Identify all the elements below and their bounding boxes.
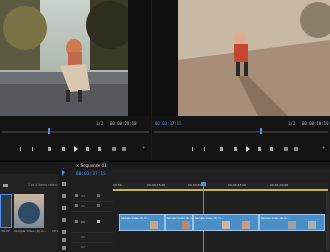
track-label-v1: V1 — [81, 220, 85, 224]
ripple-edit-icon[interactable] — [62, 194, 66, 198]
ruler-mark: 00:00:45:00 — [228, 183, 247, 187]
insert-icon[interactable] — [112, 147, 116, 151]
ruler-mark: 00:00 — [113, 183, 122, 187]
items-selected-label: 1 of 4 items selected — [28, 183, 62, 187]
clip-thumbnail — [222, 221, 230, 229]
overwrite-icon[interactable] — [122, 147, 126, 151]
lock-icon[interactable] — [75, 194, 78, 197]
track-header-v2: V2 — [71, 202, 113, 212]
go-to-in-icon[interactable] — [48, 147, 51, 151]
clip[interactable]: Sample Video (5).m... — [165, 214, 195, 231]
close-icon[interactable]: × — [76, 163, 79, 168]
clip-label: Sample Video (4).m... — [261, 217, 290, 220]
sequence-name: Sequence 01 — [80, 163, 107, 168]
clip-thumbnail — [182, 221, 190, 229]
work-area-bar[interactable] — [113, 189, 328, 191]
video-track-v1: Sample Video (5).m... Sample Video (5).m… — [119, 214, 325, 231]
source-timecode: 00:00:28:18 — [110, 121, 137, 126]
type-icon[interactable] — [62, 246, 66, 250]
timeline-timecode: 00:03:37:15 — [76, 172, 106, 177]
clip-thumbnail — [288, 221, 296, 229]
project-tab-bar — [0, 162, 66, 174]
program-timecode-right: 00:00:10:19 — [302, 121, 329, 126]
source-scrub-bar[interactable] — [2, 131, 149, 133]
go-to-out-icon[interactable] — [270, 147, 273, 151]
step-forward-icon[interactable] — [86, 147, 89, 151]
mark-out-icon[interactable] — [204, 147, 205, 151]
clip[interactable]: Sample Video (5).m... — [119, 214, 165, 231]
play-icon[interactable] — [246, 146, 250, 152]
track-label-a2: A2 — [81, 245, 85, 249]
lock-icon[interactable] — [75, 220, 78, 223]
ruler-mark: 00:01:00:00 — [270, 183, 289, 187]
source-add-button[interactable]: + — [142, 145, 145, 150]
timeline-panel: × Sequence 01 00:03:37:15 00:00 00:00:15… — [71, 162, 330, 252]
clip[interactable]: Sample Video (4).m... — [259, 214, 325, 231]
track-header-a2: A2 — [71, 243, 113, 252]
clip-label: Sample Video (5).m... — [195, 217, 224, 220]
source-black-panel — [128, 0, 151, 116]
eye-icon[interactable] — [97, 220, 100, 223]
track-label-v3: V3 — [81, 194, 85, 198]
mark-out-icon[interactable] — [32, 147, 33, 151]
thumbnail-2[interactable] — [14, 194, 44, 228]
play-icon[interactable] — [74, 146, 78, 152]
source-monitor: 1/2 00:00:28:18 + — [0, 0, 151, 160]
program-add-button[interactable]: + — [322, 145, 325, 150]
slip-icon[interactable] — [62, 218, 66, 222]
project-panel: 1 of 4 items selected 39:07 Sample Video… — [0, 162, 66, 252]
go-to-in-icon[interactable] — [220, 147, 223, 151]
step-forward-icon[interactable] — [258, 147, 261, 151]
clip-thumbnail — [150, 221, 158, 229]
clip[interactable]: Sample Video (5).m... — [193, 214, 259, 231]
source-zoom-select[interactable]: 1/2 — [96, 121, 103, 126]
clip-thumbnail — [308, 221, 316, 229]
eye-icon[interactable] — [97, 194, 100, 197]
thumbnail-2-label: Sample Video (4).m... — [14, 229, 47, 233]
timeline-scrollbar[interactable] — [326, 192, 329, 250]
program-monitor: 00:03:37:15 1/2 00:00:10:19 + — [152, 0, 330, 160]
razor-icon[interactable] — [62, 206, 66, 210]
pen-icon[interactable] — [62, 230, 66, 234]
source-video-frame — [0, 0, 128, 116]
step-back-icon[interactable] — [62, 147, 65, 151]
track-header-v1: V1 — [71, 212, 113, 233]
clip-thumbnail — [242, 221, 250, 229]
track-label-a1: A1 — [81, 235, 85, 239]
time-ruler[interactable]: 00:00 00:00:15:00 00:00:30:00 00:00:45:0… — [113, 182, 328, 191]
ruler-mark: 00:00:15:00 — [147, 183, 166, 187]
source-playhead[interactable] — [48, 128, 50, 134]
mark-in-icon[interactable] — [192, 147, 193, 151]
folder-icon[interactable] — [3, 184, 8, 187]
program-playhead[interactable] — [260, 128, 262, 134]
selection-tool-icon[interactable] — [62, 170, 65, 176]
track-select-icon[interactable] — [62, 182, 66, 186]
program-black-panel — [152, 0, 178, 116]
track-header-a1: A1 — [71, 233, 113, 243]
program-transport — [192, 146, 312, 152]
lock-icon[interactable] — [75, 204, 78, 207]
extract-icon[interactable] — [294, 147, 298, 151]
timeline-tab-bar: × Sequence 01 — [71, 162, 330, 170]
program-zoom-select[interactable]: 1/2 — [288, 121, 295, 126]
go-to-out-icon[interactable] — [98, 147, 101, 151]
lift-icon[interactable] — [284, 147, 288, 151]
thumbnail-1-duration: 39:07 — [1, 229, 10, 233]
tools-panel — [58, 162, 70, 252]
track-header-v3: V3 — [71, 192, 113, 202]
program-video-frame — [178, 0, 330, 116]
clip-label: Sample Video (5).m... — [121, 217, 150, 220]
source-transport — [20, 146, 130, 152]
thumbnail-1[interactable] — [0, 194, 12, 228]
eye-icon[interactable] — [97, 204, 100, 207]
program-timecode-left: 00:03:37:15 — [155, 121, 182, 126]
track-label-v2: V2 — [81, 204, 85, 208]
program-scrub-bar[interactable] — [154, 131, 328, 133]
step-back-icon[interactable] — [234, 147, 237, 151]
mark-in-icon[interactable] — [20, 147, 21, 151]
hand-icon[interactable] — [62, 238, 66, 242]
sequence-tab[interactable]: × Sequence 01 — [76, 163, 107, 168]
